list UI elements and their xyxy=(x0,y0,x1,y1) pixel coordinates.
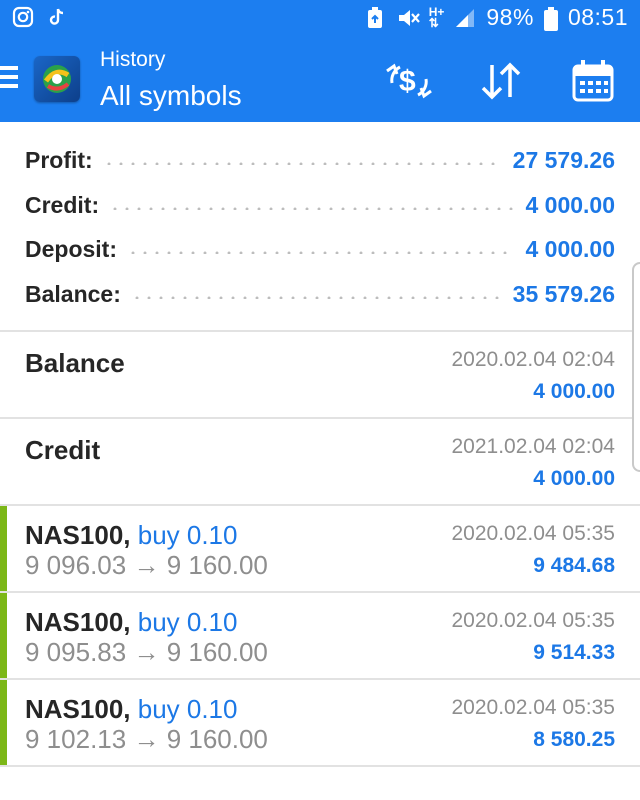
open-price: 9 095.83 xyxy=(25,637,127,667)
summary-row-balance: Balance: 35 579.26 xyxy=(25,276,615,312)
deal-symbol: NAS100, xyxy=(25,607,131,637)
instagram-icon xyxy=(12,6,34,28)
open-price: 9 102.13 xyxy=(25,724,127,754)
arrow-right-icon: → xyxy=(133,550,160,580)
deal-row-trade[interactable]: NAS100, buy 0.10 9 096.03 → 9 160.00 202… xyxy=(0,506,640,593)
menu-icon xyxy=(0,66,18,70)
buy-indicator-bar xyxy=(0,680,7,765)
deal-type: buy 0.10 xyxy=(137,694,238,724)
deal-title: Credit xyxy=(25,435,101,465)
deal-title: NAS100, buy 0.10 xyxy=(25,520,237,551)
deal-amount: 4 000.00 xyxy=(533,467,615,490)
status-bar: H+ ⇅ 98% 08:51 xyxy=(0,0,640,38)
deal-prices: 9 095.83 → 9 160.00 xyxy=(25,637,268,668)
summary-label: Profit: xyxy=(25,146,93,173)
dot-leader xyxy=(127,250,516,254)
close-price: 9 160.00 xyxy=(166,550,268,580)
arrow-right-icon: → xyxy=(133,724,160,754)
deal-title: Balance xyxy=(25,348,125,378)
deal-title: NAS100, buy 0.10 xyxy=(25,694,237,725)
close-price: 9 160.00 xyxy=(166,637,268,667)
deal-prices: 9 096.03 → 9 160.00 xyxy=(25,550,268,581)
deal-amount: 4 000.00 xyxy=(533,380,615,403)
close-price: 9 160.00 xyxy=(166,724,268,754)
deal-date: 2020.02.04 05:35 xyxy=(451,696,616,719)
deal-symbol: NAS100, xyxy=(25,520,131,550)
deal-row-trade[interactable]: NAS100, buy 0.10 9 102.13 → 9 160.00 202… xyxy=(0,680,640,767)
deal-date: 2020.02.04 05:35 xyxy=(451,522,616,545)
summary-label: Balance: xyxy=(25,280,121,307)
buy-indicator-bar xyxy=(0,593,7,678)
summary-value: 4 000.00 xyxy=(525,235,615,262)
summary-row-deposit: Deposit: 4 000.00 xyxy=(25,231,615,267)
deal-row-trade[interactable]: NAS100, buy 0.10 9 095.83 → 9 160.00 202… xyxy=(0,593,640,680)
deal-prices: 9 102.13 → 9 160.00 xyxy=(25,724,268,755)
deal-row-balance[interactable]: Balance 2020.02.04 02:04 4 000.00 xyxy=(0,332,640,419)
dot-leader xyxy=(130,295,503,299)
calendar-icon xyxy=(572,60,614,102)
metatrader-logo xyxy=(34,56,80,102)
app-bar: History All symbols $ xyxy=(0,38,640,122)
open-price: 9 096.03 xyxy=(25,550,127,580)
account-summary: Profit: 27 579.26 Credit: 4 000.00 Depos… xyxy=(0,122,640,332)
arrow-right-icon: → xyxy=(133,637,160,667)
deal-amount: 9 484.68 xyxy=(533,554,615,577)
deal-date: 2020.02.04 02:04 xyxy=(451,348,616,371)
summary-value: 35 579.26 xyxy=(512,280,615,307)
sort-icon xyxy=(481,62,521,100)
svg-text:$: $ xyxy=(399,65,416,98)
signal-icon xyxy=(454,7,476,29)
dot-leader xyxy=(102,161,503,165)
battery-icon xyxy=(543,6,558,31)
deal-title: NAS100, buy 0.10 xyxy=(25,607,237,638)
edge-panel-handle[interactable] xyxy=(632,262,640,472)
deal-date: 2021.02.04 02:04 xyxy=(451,435,616,458)
summary-row-profit: Profit: 27 579.26 xyxy=(25,142,615,178)
deal-amount: 9 514.33 xyxy=(533,641,615,664)
tiktok-icon xyxy=(46,6,68,28)
page-title: History xyxy=(100,48,166,71)
summary-label: Credit: xyxy=(25,191,100,218)
currency-exchange-icon: $ xyxy=(386,63,432,99)
battery-saver-icon xyxy=(365,6,387,29)
battery-percent: 98% xyxy=(486,4,534,30)
dot-leader xyxy=(109,206,516,210)
deal-type: buy 0.10 xyxy=(137,520,238,550)
deal-amount: 8 580.25 xyxy=(533,728,615,751)
symbol-filter[interactable]: All symbols xyxy=(100,80,242,112)
currency-exchange-button[interactable]: $ xyxy=(384,58,434,104)
menu-button[interactable] xyxy=(0,66,20,94)
buy-indicator-bar xyxy=(0,506,7,591)
calendar-button[interactable] xyxy=(568,58,618,104)
deal-symbol: NAS100, xyxy=(25,694,131,724)
clock: 08:51 xyxy=(567,4,628,30)
mute-icon xyxy=(397,7,420,29)
summary-label: Deposit: xyxy=(25,235,117,262)
sort-button[interactable] xyxy=(476,58,526,104)
summary-value: 27 579.26 xyxy=(512,146,615,173)
summary-row-credit: Credit: 4 000.00 xyxy=(25,187,615,223)
network-type-icon: H+ ⇅ xyxy=(428,4,445,30)
deal-date: 2020.02.04 05:35 xyxy=(451,609,616,632)
deal-row-credit[interactable]: Credit 2021.02.04 02:04 4 000.00 xyxy=(0,419,640,506)
deal-type: buy 0.10 xyxy=(137,607,238,637)
summary-value: 4 000.00 xyxy=(525,191,615,218)
